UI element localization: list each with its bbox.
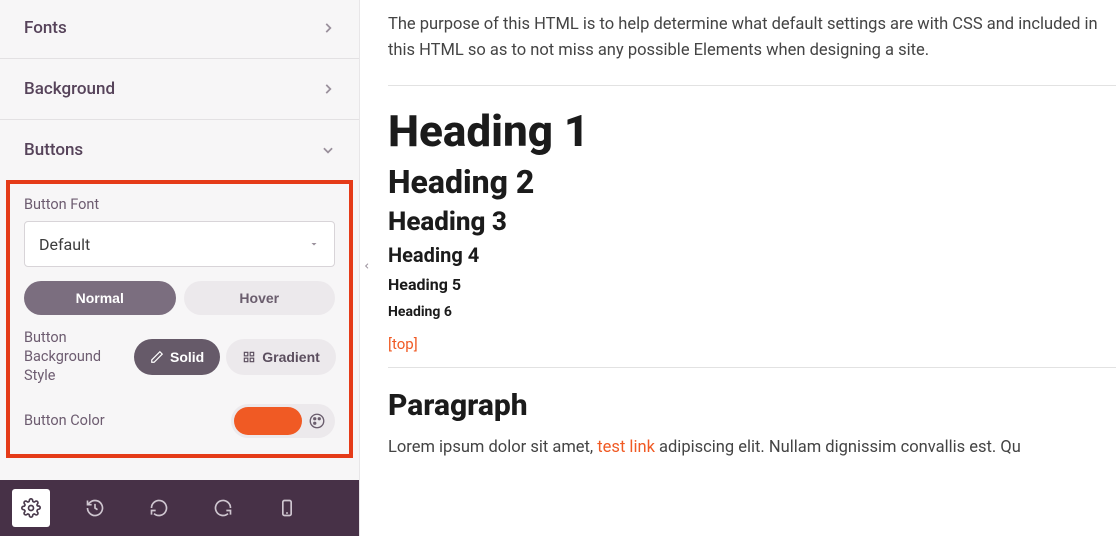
para-prefix: Lorem ipsum dolor sit amet, (388, 438, 597, 457)
paragraph-text: Lorem ipsum dolor sit amet, test link ad… (388, 435, 1116, 461)
bottombar-history[interactable] (76, 489, 114, 527)
bg-style-solid-label: Solid (170, 349, 204, 365)
chevron-left-icon (363, 259, 371, 273)
pencil-icon (150, 350, 164, 364)
redo-icon (213, 498, 233, 518)
customizer-sidebar: Fonts Background Buttons Button (0, 0, 360, 536)
chevron-down-icon (321, 143, 335, 157)
heading-3: Heading 3 (388, 207, 1116, 237)
grid-icon (242, 350, 256, 364)
heading-4: Heading 4 (388, 243, 1116, 267)
button-font-group: Button Font Default (24, 196, 335, 267)
bottombar-mobile[interactable] (268, 489, 306, 527)
bottombar-settings[interactable] (12, 489, 50, 527)
button-font-select[interactable]: Default (24, 221, 335, 267)
intro-text: The purpose of this HTML is to help dete… (388, 12, 1116, 63)
bg-style-gradient-label: Gradient (262, 349, 320, 365)
heading-6: Heading 6 (388, 304, 1116, 320)
bg-style-label: Button Background Style (24, 329, 124, 386)
section-buttons[interactable]: Buttons (0, 119, 359, 180)
color-palette-icon[interactable] (302, 407, 332, 435)
button-color-swatch[interactable] (234, 407, 302, 435)
button-font-label: Button Font (24, 196, 335, 213)
section-background[interactable]: Background (0, 58, 359, 119)
bottombar-redo[interactable] (204, 489, 242, 527)
para-suffix: adipiscing elit. Nullam dignissim conval… (655, 438, 1021, 457)
bottombar-undo[interactable] (140, 489, 178, 527)
button-color-group: Button Color (24, 404, 335, 438)
heading-2: Heading 2 (388, 163, 1116, 201)
bg-style-solid[interactable]: Solid (134, 339, 220, 375)
chevron-right-icon (321, 21, 335, 35)
caret-down-icon (308, 235, 320, 254)
buttons-panel: Button Font Default Normal Hover (6, 180, 353, 458)
bottombar (0, 480, 359, 536)
tab-normal[interactable]: Normal (24, 281, 176, 315)
heading-5: Heading 5 (388, 275, 1116, 294)
gear-icon (21, 498, 41, 518)
chevron-right-icon (321, 82, 335, 96)
collapse-sidebar-handle[interactable] (360, 252, 374, 280)
test-link[interactable]: test link (597, 438, 655, 457)
section-fonts-label: Fonts (24, 18, 67, 38)
top-link[interactable]: [top] (388, 335, 418, 353)
bg-style-gradient[interactable]: Gradient (226, 339, 336, 375)
paragraph-heading: Paragraph (388, 388, 1116, 423)
preview-pane: The purpose of this HTML is to help dete… (360, 0, 1116, 536)
mobile-icon (277, 498, 297, 518)
button-color-control (231, 404, 335, 438)
state-tabs: Normal Hover (24, 281, 335, 315)
sidebar-scroll: Fonts Background Buttons Button (0, 0, 359, 480)
history-icon (85, 498, 105, 518)
undo-icon (149, 498, 169, 518)
tab-hover[interactable]: Hover (184, 281, 336, 315)
section-buttons-label: Buttons (24, 140, 83, 160)
button-color-label: Button Color (24, 412, 105, 429)
button-font-value: Default (39, 235, 90, 254)
divider (388, 85, 1116, 86)
divider (388, 367, 1116, 368)
section-fonts[interactable]: Fonts (0, 0, 359, 58)
bg-style-group: Button Background Style Solid (24, 329, 335, 386)
section-background-label: Background (24, 79, 115, 99)
heading-1: Heading 1 (388, 106, 1116, 157)
